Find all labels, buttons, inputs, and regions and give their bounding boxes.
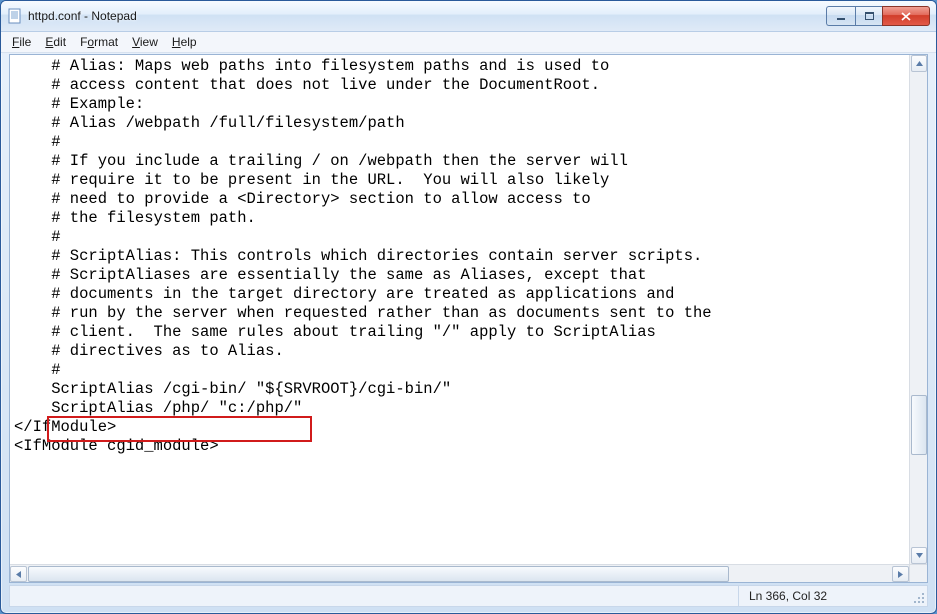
- menu-edit[interactable]: Edit: [38, 34, 73, 50]
- horizontal-scroll-thumb[interactable]: [28, 566, 729, 582]
- close-button[interactable]: [882, 6, 930, 26]
- editor-line: <IfModule cgid_module>: [14, 437, 905, 456]
- editor-line: </IfModule>: [14, 418, 905, 437]
- editor-line: # require it to be present in the URL. Y…: [14, 171, 905, 190]
- scroll-left-button[interactable]: [10, 566, 27, 582]
- menu-view[interactable]: View: [125, 34, 165, 50]
- editor-line: # If you include a trailing / on /webpat…: [14, 152, 905, 171]
- editor-line: # directives as to Alias.: [14, 342, 905, 361]
- menu-format-rest: rmat: [94, 35, 118, 49]
- window-title: httpd.conf - Notepad: [28, 9, 826, 23]
- scroll-corner: [909, 564, 927, 582]
- scroll-down-button[interactable]: [911, 547, 927, 564]
- menu-format[interactable]: Format: [73, 34, 125, 50]
- editor-line: # Alias: Maps web paths into filesystem …: [14, 57, 905, 76]
- menu-view-rest: iew: [140, 35, 158, 49]
- horizontal-scrollbar[interactable]: [10, 564, 909, 582]
- editor-line: ScriptAlias /cgi-bin/ "${SRVROOT}/cgi-bi…: [14, 380, 905, 399]
- notepad-icon: [7, 8, 23, 24]
- text-editor[interactable]: # Alias: Maps web paths into filesystem …: [10, 55, 909, 564]
- editor-line: # client. The same rules about trailing …: [14, 323, 905, 342]
- editor-line: # Alias /webpath /full/filesystem/path: [14, 114, 905, 133]
- scroll-up-button[interactable]: [911, 55, 927, 72]
- editor-line: # run by the server when requested rathe…: [14, 304, 905, 323]
- editor-line: # ScriptAlias: This controls which direc…: [14, 247, 905, 266]
- menu-help-rest: elp: [181, 35, 197, 49]
- editor-line: # documents in the target directory are …: [14, 285, 905, 304]
- editor-line: # ScriptAliases are essentially the same…: [14, 266, 905, 285]
- menu-file[interactable]: File: [5, 34, 38, 50]
- maximize-button[interactable]: [855, 6, 882, 26]
- window-controls: [826, 6, 930, 26]
- statusbar: Ln 366, Col 32: [9, 585, 928, 607]
- resize-grip[interactable]: [909, 586, 927, 606]
- vertical-scrollbar[interactable]: [909, 55, 927, 564]
- editor-area: # Alias: Maps web paths into filesystem …: [10, 55, 927, 582]
- menu-file-rest: ile: [19, 35, 31, 49]
- notepad-window: httpd.conf - Notepad File Edit Format Vi…: [0, 0, 937, 614]
- editor-line: #: [14, 361, 905, 380]
- menu-help[interactable]: Help: [165, 34, 204, 50]
- status-position: Ln 366, Col 32: [738, 586, 909, 606]
- editor-line: # Example:: [14, 95, 905, 114]
- vertical-scroll-thumb[interactable]: [911, 395, 927, 455]
- menubar: File Edit Format View Help: [1, 32, 936, 53]
- titlebar[interactable]: httpd.conf - Notepad: [1, 1, 936, 32]
- editor-line: # need to provide a <Directory> section …: [14, 190, 905, 209]
- editor-line: # the filesystem path.: [14, 209, 905, 228]
- editor-line: # access content that does not live unde…: [14, 76, 905, 95]
- editor-line: ScriptAlias /php/ "c:/php/": [14, 399, 905, 418]
- editor-line: #: [14, 228, 905, 247]
- minimize-button[interactable]: [826, 6, 855, 26]
- editor-line: #: [14, 133, 905, 152]
- scroll-right-button[interactable]: [892, 566, 909, 582]
- menu-edit-rest: dit: [53, 35, 66, 49]
- client-area: # Alias: Maps web paths into filesystem …: [9, 54, 928, 583]
